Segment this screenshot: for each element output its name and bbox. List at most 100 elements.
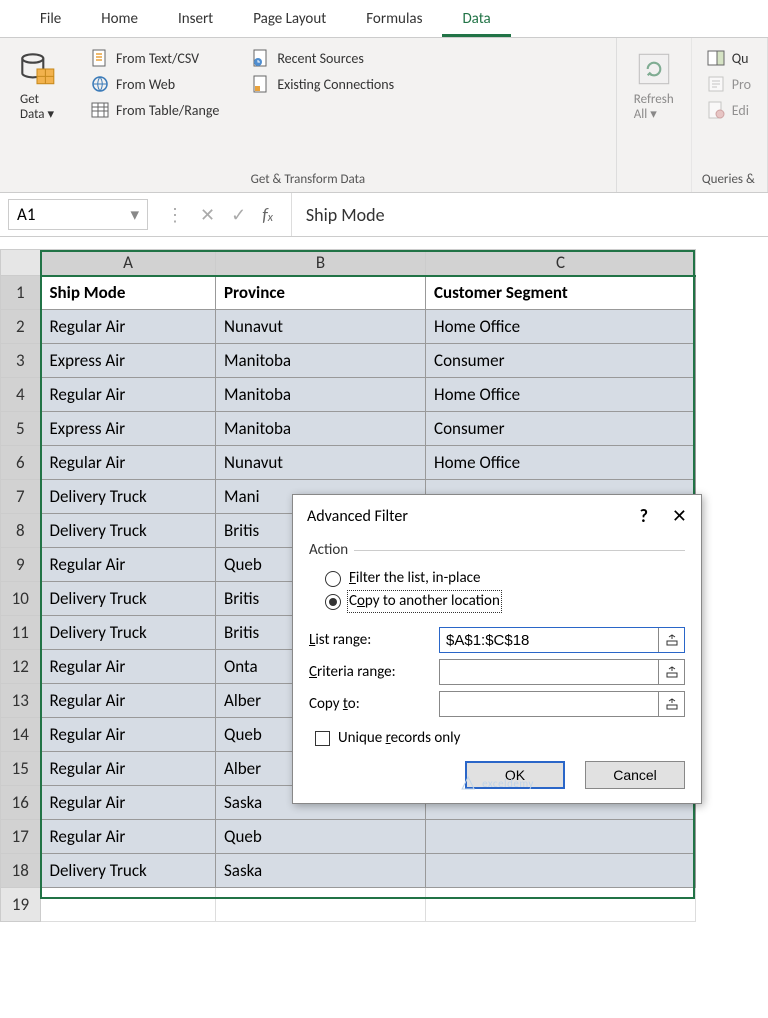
row-header[interactable]: 1 (1, 276, 41, 310)
cell[interactable]: Regular Air (41, 446, 216, 480)
select-all-corner[interactable] (1, 250, 41, 276)
cell[interactable]: Saska (216, 854, 426, 888)
collapse-dialog-button[interactable] (658, 660, 684, 684)
cell[interactable]: Regular Air (41, 548, 216, 582)
row-header[interactable]: 16 (1, 786, 41, 820)
cell[interactable]: Home Office (426, 310, 696, 344)
cell[interactable]: Delivery Truck (41, 582, 216, 616)
cell[interactable] (216, 888, 426, 922)
row-header[interactable]: 6 (1, 446, 41, 480)
radio-filter-in-place[interactable]: Filter the list, in-place (325, 569, 685, 588)
row-header[interactable]: 11 (1, 616, 41, 650)
row-header[interactable]: 10 (1, 582, 41, 616)
formula-value[interactable]: Ship Mode (291, 193, 768, 236)
cell[interactable]: Home Office (426, 446, 696, 480)
cell[interactable]: Delivery Truck (41, 480, 216, 514)
tab-data[interactable]: Data (442, 4, 510, 37)
cell[interactable]: Manitoba (216, 378, 426, 412)
get-data-button[interactable]: GetData ▾ (10, 44, 64, 126)
radio-copy-to-location[interactable]: Copy to another location (325, 592, 685, 611)
col-header-C[interactable]: C (426, 250, 696, 276)
cell[interactable]: Regular Air (41, 650, 216, 684)
tab-insert[interactable]: Insert (158, 4, 233, 37)
group-label-get-transform: Get & Transform Data (10, 169, 606, 190)
from-table-range-button[interactable]: From Table/Range (90, 100, 219, 120)
row-header[interactable]: 12 (1, 650, 41, 684)
cell[interactable] (426, 854, 696, 888)
row-header[interactable]: 3 (1, 344, 41, 378)
cell[interactable]: Regular Air (41, 786, 216, 820)
col-header-B[interactable]: B (216, 250, 426, 276)
unique-records-checkbox[interactable] (315, 731, 330, 746)
header-cell[interactable]: Customer Segment (426, 276, 696, 310)
row-header[interactable]: 19 (1, 888, 41, 922)
tab-file[interactable]: File (20, 4, 81, 37)
row-header[interactable]: 18 (1, 854, 41, 888)
help-button[interactable]: ? (640, 505, 648, 527)
existing-connections-button[interactable]: Existing Connections (251, 74, 394, 94)
cell[interactable]: Express Air (41, 344, 216, 378)
cell[interactable] (426, 888, 696, 922)
row-header[interactable]: 9 (1, 548, 41, 582)
cell[interactable]: Regular Air (41, 378, 216, 412)
row-header[interactable]: 8 (1, 514, 41, 548)
tab-formulas[interactable]: Formulas (346, 4, 442, 37)
tab-page-layout[interactable]: Page Layout (233, 4, 346, 37)
cell[interactable]: Regular Air (41, 820, 216, 854)
refresh-all-button[interactable]: RefreshAll ▾ (627, 44, 681, 126)
cell[interactable]: Nunavut (216, 446, 426, 480)
close-icon[interactable]: ✕ (672, 505, 687, 527)
row-header[interactable]: 2 (1, 310, 41, 344)
tab-home[interactable]: Home (81, 4, 158, 37)
cell[interactable]: Consumer (426, 344, 696, 378)
name-box[interactable]: A1 ▾ (8, 199, 148, 230)
cancel-button[interactable]: Cancel (585, 761, 685, 789)
chevron-down-icon[interactable]: ▾ (130, 204, 139, 225)
cell[interactable]: Delivery Truck (41, 854, 216, 888)
copy-to-input-wrap (439, 691, 685, 717)
queries-item-3[interactable]: Edi (706, 100, 751, 120)
range-picker-icon (665, 697, 679, 711)
from-text-csv-button[interactable]: From Text/CSV (90, 48, 219, 68)
recent-sources-button[interactable]: Recent Sources (251, 48, 394, 68)
row-header[interactable]: 5 (1, 412, 41, 446)
cell[interactable]: Delivery Truck (41, 514, 216, 548)
cell[interactable]: Regular Air (41, 718, 216, 752)
cell[interactable]: Regular Air (41, 684, 216, 718)
cell[interactable]: Manitoba (216, 412, 426, 446)
cell[interactable]: Express Air (41, 412, 216, 446)
row-header[interactable]: 7 (1, 480, 41, 514)
header-cell[interactable]: Province (216, 276, 426, 310)
row-header[interactable]: 13 (1, 684, 41, 718)
cell[interactable] (41, 888, 216, 922)
collapse-dialog-button[interactable] (658, 628, 684, 652)
cell[interactable]: Nunavut (216, 310, 426, 344)
fx-icon[interactable]: fx (262, 204, 273, 226)
collapse-dialog-button[interactable] (658, 692, 684, 716)
copy-to-input[interactable] (440, 692, 658, 716)
cell[interactable] (426, 820, 696, 854)
cell[interactable]: Regular Air (41, 752, 216, 786)
enter-icon[interactable]: ✓ (231, 204, 246, 226)
list-range-input[interactable] (440, 628, 658, 652)
row-header[interactable]: 17 (1, 820, 41, 854)
row-header[interactable]: 14 (1, 718, 41, 752)
cell[interactable]: Consumer (426, 412, 696, 446)
worksheet-grid[interactable]: ABC1Ship ModeProvinceCustomer Segment2Re… (0, 237, 768, 922)
queries-item-1[interactable]: Qu (706, 48, 751, 68)
cancel-icon[interactable]: ✕ (200, 204, 215, 226)
cell[interactable]: Delivery Truck (41, 616, 216, 650)
col-header-A[interactable]: A (41, 250, 216, 276)
cell[interactable]: Manitoba (216, 344, 426, 378)
row-header[interactable]: 15 (1, 752, 41, 786)
queries-item-2[interactable]: Pro (706, 74, 751, 94)
cell[interactable]: Regular Air (41, 310, 216, 344)
cell[interactable]: Queb (216, 820, 426, 854)
row-header[interactable]: 4 (1, 378, 41, 412)
from-web-button[interactable]: From Web (90, 74, 219, 94)
header-cell[interactable]: Ship Mode (41, 276, 216, 310)
refresh-all-label: RefreshAll ▾ (634, 92, 674, 122)
criteria-range-input[interactable] (440, 660, 658, 684)
edit-links-icon (706, 100, 726, 120)
cell[interactable]: Home Office (426, 378, 696, 412)
